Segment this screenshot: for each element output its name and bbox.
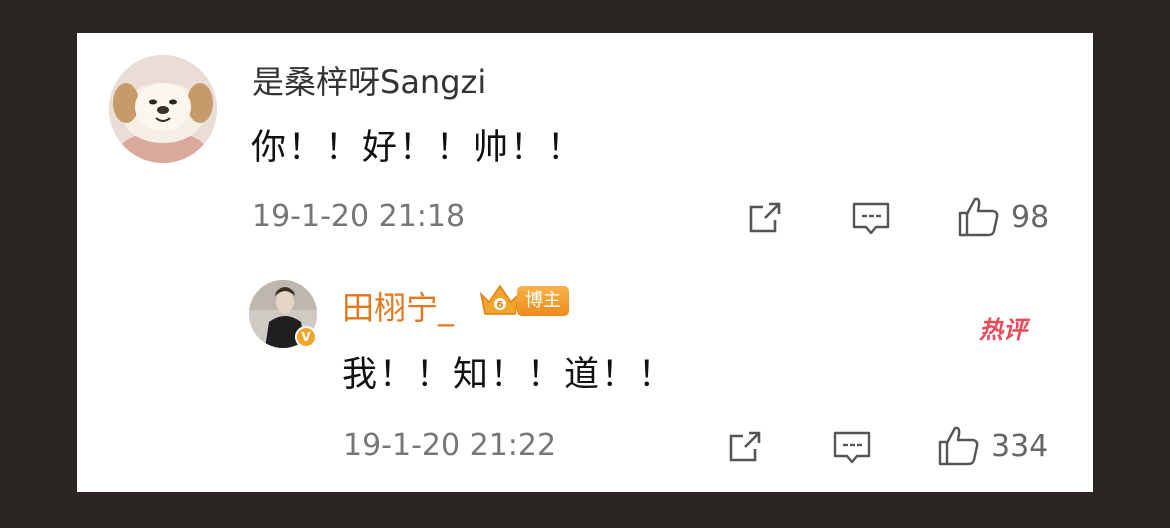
blogger-badge: 6 博主 <box>477 283 569 319</box>
hot-comment-tag: 热评 <box>979 316 1027 344</box>
comment-text: 你！！好！！帅！！ <box>251 128 585 168</box>
verified-icon: V <box>295 326 317 348</box>
reply-share-button[interactable] <box>725 427 765 467</box>
frame-top <box>0 0 1170 33</box>
share-button[interactable] <box>745 198 785 238</box>
reply-like-button[interactable]: 334 <box>937 424 1048 468</box>
svg-text:6: 6 <box>497 300 504 311</box>
frame-left <box>0 0 77 528</box>
dog-avatar-image <box>109 55 217 163</box>
frame-right <box>1093 0 1170 528</box>
like-count: 98 <box>1011 199 1050 235</box>
like-icon <box>938 426 979 466</box>
comment-username[interactable]: 是桑梓呀Sangzi <box>252 57 486 103</box>
blogger-badge-label: 博主 <box>517 286 569 316</box>
reply-comment-button[interactable] <box>832 427 872 467</box>
avatar[interactable] <box>109 55 217 163</box>
share-icon <box>749 202 781 233</box>
comment-icon <box>852 202 890 235</box>
reply-text: 我！！知！！道！！ <box>342 355 676 395</box>
comment-icon <box>833 431 871 464</box>
comment-timestamp: 19-1-20 21:18 <box>252 199 466 234</box>
share-icon <box>729 431 761 462</box>
reply-username[interactable]: 田栩宁_ <box>342 283 454 329</box>
reply-comment-button[interactable] <box>851 198 891 238</box>
reply-like-count: 334 <box>991 428 1049 464</box>
like-button[interactable]: 98 <box>957 195 1049 239</box>
like-icon <box>958 197 999 237</box>
reply-avatar[interactable]: V <box>249 280 317 348</box>
comment-card: 是桑梓呀Sangzi 你！！好！！帅！！ 19-1-20 21:18 98 V … <box>77 33 1093 492</box>
reply-timestamp: 19-1-20 21:22 <box>343 428 557 463</box>
frame-bottom <box>0 492 1170 528</box>
